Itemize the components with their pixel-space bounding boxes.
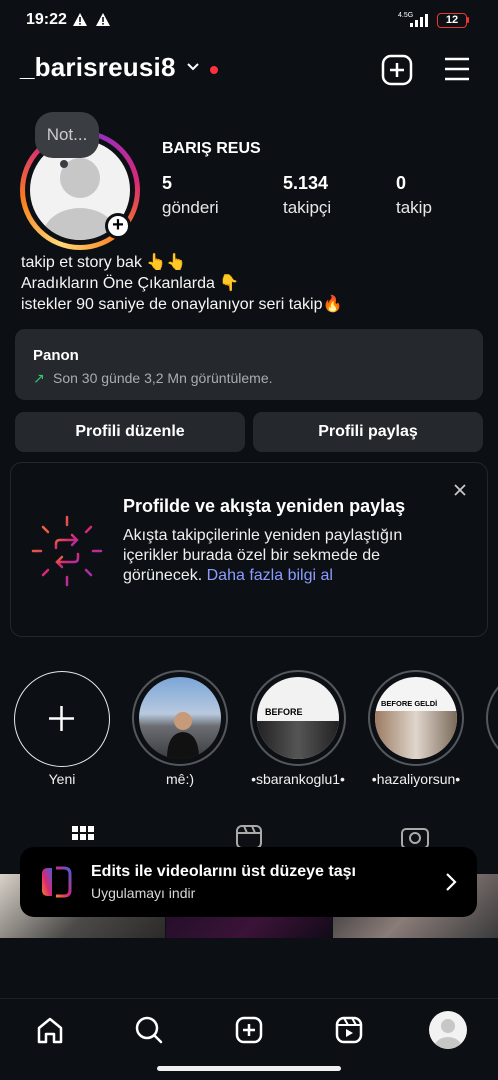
notification-dot	[210, 66, 218, 74]
edits-promo-banner[interactable]: Edits ile videolarını üst düzeye taşı Uy…	[20, 847, 477, 917]
close-icon[interactable]	[451, 481, 469, 499]
chevron-down-icon[interactable]	[186, 62, 200, 72]
reshare-card-title: Profilde ve akışta yeniden paylaş	[123, 496, 406, 516]
status-bar: 19:22 4.5G 12	[0, 0, 498, 40]
reshare-card-body: Akışta takipçilerinle yeniden paylaştığı…	[123, 526, 433, 586]
highlight-cover-text: BEFORE	[265, 707, 303, 717]
following-label[interactable]: takip	[396, 198, 432, 218]
bio-line: takip et story bak 👆👆	[21, 254, 187, 271]
battery-icon	[467, 17, 469, 23]
create-icon[interactable]	[234, 1015, 264, 1045]
learn-more-link[interactable]: Daha fazla bilgi al	[207, 567, 333, 584]
bio-line: istekler 90 saniye de onaylanıyor seri t…	[21, 296, 343, 313]
note-bubble[interactable]: Not...	[35, 112, 99, 158]
followers-label[interactable]: takipçi	[283, 198, 331, 218]
posts-count[interactable]: 5	[162, 173, 172, 194]
add-post-icon[interactable]	[381, 54, 413, 86]
edit-profile-button[interactable]: Profili düzenle	[15, 412, 245, 452]
plus-icon	[49, 706, 74, 731]
status-time: 19:22	[26, 11, 67, 28]
bio-line: Aradıkların Öne Çıkanlarda 👇	[21, 275, 240, 292]
search-icon[interactable]	[134, 1015, 164, 1045]
note-bubble-tail	[60, 160, 68, 168]
highlight-label: •hazaliyorsun•	[371, 771, 461, 787]
highlight-label: Yeni	[48, 771, 76, 787]
edits-banner-title: Edits ile videolarını üst düzeye taşı	[91, 863, 356, 880]
highlight-label: mê:)	[166, 771, 194, 787]
signal-icon	[410, 14, 428, 27]
profile-tabs	[0, 822, 498, 848]
grid-tab-icon[interactable]	[72, 826, 94, 848]
reshare-info-card: Profilde ve akışta yeniden paylaş Akışta…	[10, 462, 488, 637]
professional-dashboard[interactable]: Panon ↗ Son 30 günde 3,2 Mn görüntüleme.	[15, 329, 483, 400]
tagged-tab-icon[interactable]	[400, 824, 430, 848]
chevron-right-icon[interactable]	[444, 872, 458, 892]
share-profile-button[interactable]: Profili paylaş	[253, 412, 483, 452]
profile-avatar-icon[interactable]	[429, 1011, 467, 1049]
trend-up-icon: ↗	[33, 370, 45, 386]
highlight-cover-text: BEFORE GELDİ	[381, 699, 438, 708]
edits-banner-subtitle: Uygulamayı indir	[91, 885, 196, 901]
profile-display-name: BARIŞ REUS	[162, 140, 261, 157]
home-indicator	[157, 1066, 341, 1071]
highlight-cover	[139, 677, 221, 759]
reels-tab-icon[interactable]	[235, 824, 263, 848]
warning-icon	[73, 13, 87, 26]
highlight-item[interactable]: BEFORE GELDİ	[368, 670, 464, 766]
edits-app-icon	[42, 866, 72, 898]
reels-icon[interactable]	[334, 1015, 364, 1045]
warning-icon	[96, 13, 110, 26]
battery-level: 12	[437, 13, 467, 28]
highlight-item[interactable]	[132, 670, 228, 766]
username-switcher[interactable]: _barisreusi8	[20, 52, 176, 83]
add-story-button[interactable]: +	[105, 213, 131, 239]
followers-count[interactable]: 5.134	[283, 173, 328, 194]
highlight-cover: BEFORE	[257, 677, 339, 759]
dashboard-subtitle: Son 30 günde 3,2 Mn görüntüleme.	[53, 370, 273, 386]
repost-icon	[31, 515, 103, 587]
highlight-cover: BEFORE GELDİ	[375, 677, 457, 759]
dashboard-title: Panon	[33, 347, 79, 364]
highlight-item[interactable]	[486, 670, 498, 766]
posts-label[interactable]: gönderi	[162, 198, 219, 218]
highlight-label: •sbarankoglu1•	[251, 771, 345, 787]
new-highlight-button[interactable]	[14, 671, 110, 767]
highlight-item[interactable]: BEFORE	[250, 670, 346, 766]
menu-icon[interactable]	[443, 56, 471, 82]
following-count[interactable]: 0	[396, 173, 406, 194]
home-icon[interactable]	[35, 1015, 65, 1045]
